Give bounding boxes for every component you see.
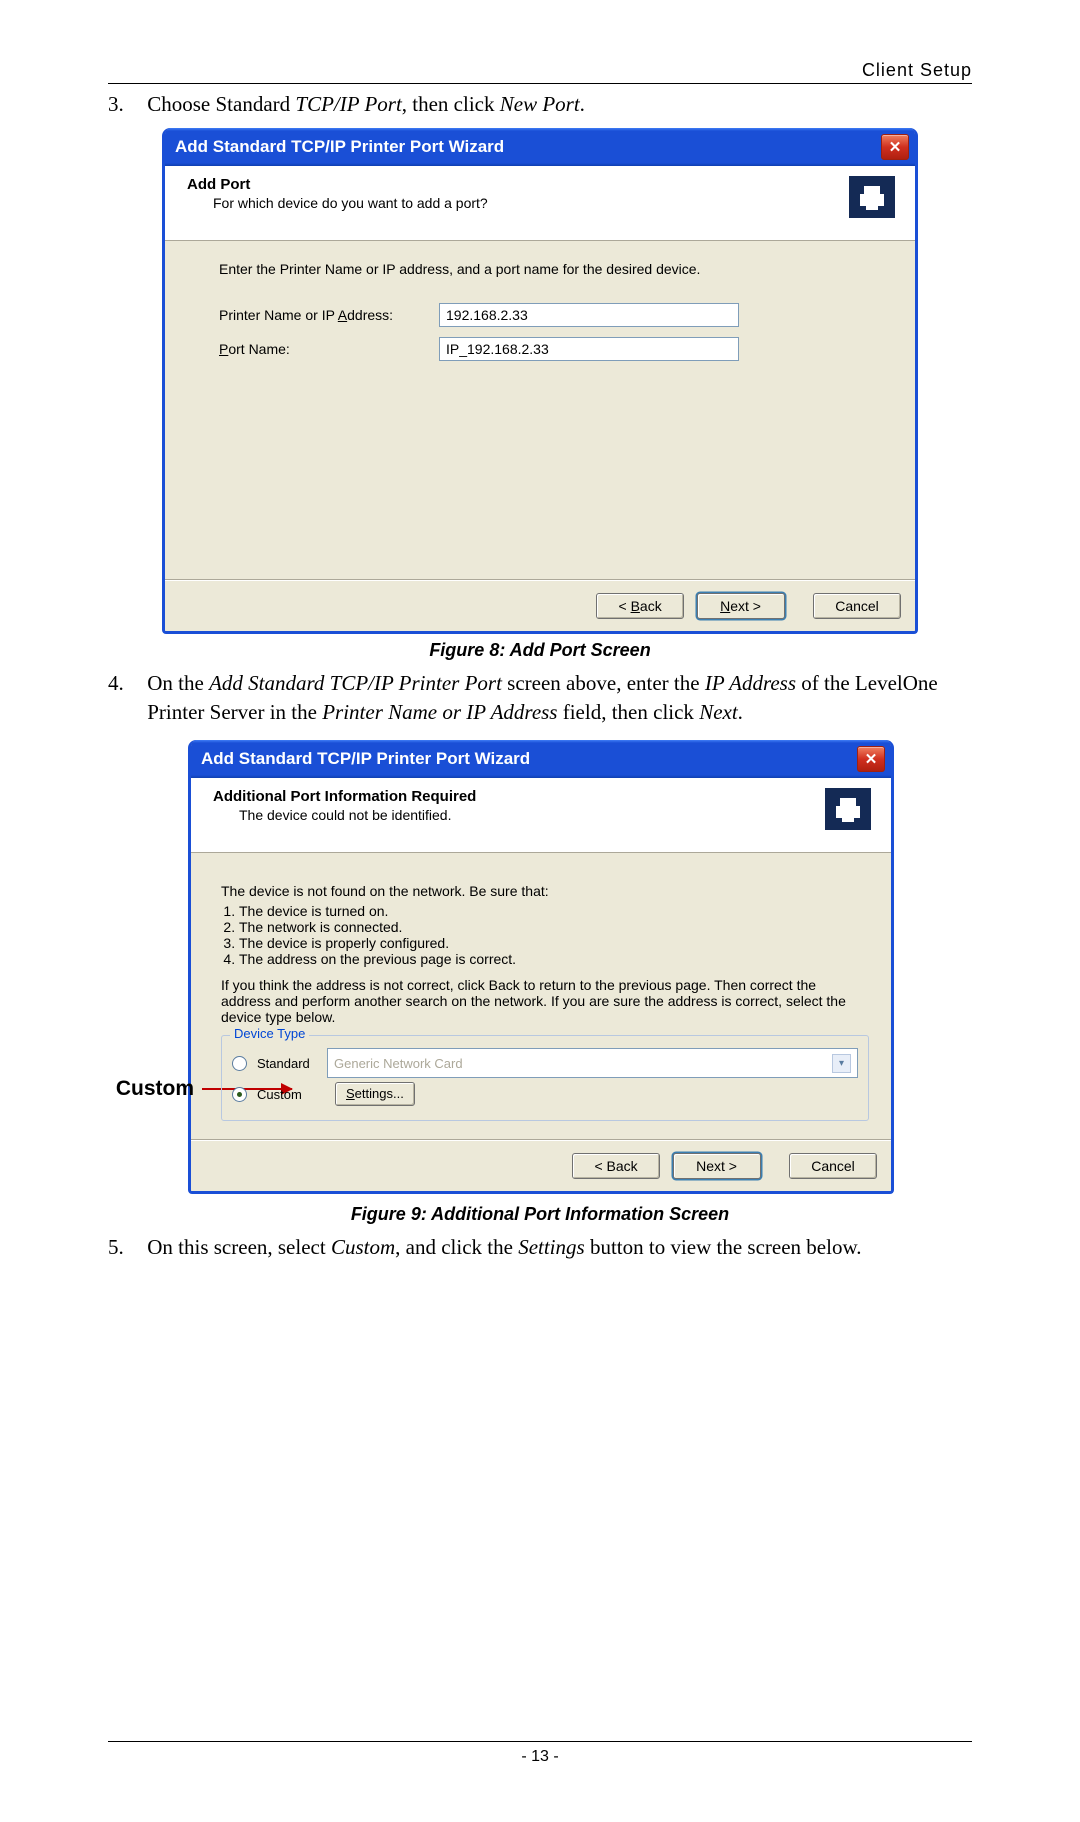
list-item: The device is turned on. xyxy=(239,903,869,919)
step-5-num: 5. xyxy=(108,1233,142,1261)
dialog1-intro: Enter the Printer Name or IP address, an… xyxy=(219,261,883,277)
close-icon[interactable]: ✕ xyxy=(881,134,909,160)
custom-radio[interactable] xyxy=(232,1087,247,1102)
device-type-legend: Device Type xyxy=(230,1026,309,1041)
dialog1-title-text: Add Standard TCP/IP Printer Port Wizard xyxy=(175,137,504,157)
device-type-group: Device Type Standard Generic Network Car… xyxy=(221,1035,869,1121)
dialog2-titlebar: Add Standard TCP/IP Printer Port Wizard … xyxy=(191,740,891,778)
figure-8-caption: Figure 8: Add Port Screen xyxy=(108,640,972,661)
port-name-label: Port Name: xyxy=(219,341,439,357)
step-5: 5. On this screen, select Custom, and cl… xyxy=(108,1233,972,1261)
list-item: The device is properly configured. xyxy=(239,935,869,951)
close-icon[interactable]: ✕ xyxy=(857,746,885,772)
page-header-right: Client Setup xyxy=(108,60,972,81)
next-button[interactable]: Next > xyxy=(673,1153,761,1179)
next-button[interactable]: Next > xyxy=(697,593,785,619)
list-item: The network is connected. xyxy=(239,919,869,935)
port-info-dialog: Add Standard TCP/IP Printer Port Wizard … xyxy=(188,740,894,1194)
printer-icon xyxy=(825,788,871,830)
dialog1-titlebar: Add Standard TCP/IP Printer Port Wizard … xyxy=(165,128,915,166)
back-button[interactable]: < Back xyxy=(572,1153,660,1179)
dialog2-title-text: Add Standard TCP/IP Printer Port Wizard xyxy=(201,749,530,769)
dialog2-header: Additional Port Information Required The… xyxy=(191,778,891,853)
dialog1-header-sub: For which device do you want to add a po… xyxy=(213,195,488,211)
printer-name-label: Printer Name or IP Address: xyxy=(219,307,439,323)
printer-name-input[interactable] xyxy=(439,303,739,327)
standard-radio[interactable] xyxy=(232,1056,247,1071)
step-4-text: On the Add Standard TCP/IP Printer Port … xyxy=(147,669,947,726)
standard-radio-label: Standard xyxy=(257,1056,317,1071)
cancel-button[interactable]: Cancel xyxy=(789,1153,877,1179)
device-type-select[interactable]: Generic Network Card ▾ xyxy=(327,1048,858,1078)
cancel-button[interactable]: Cancel xyxy=(813,593,901,619)
settings-button[interactable]: Settings... xyxy=(335,1082,415,1106)
custom-radio-label: Custom xyxy=(257,1087,317,1102)
step-3-text: Choose Standard TCP/IP Port, then click … xyxy=(147,90,947,118)
dialog2-footer: < Back Next > Cancel xyxy=(191,1141,891,1191)
printer-icon xyxy=(849,176,895,218)
footer-rule xyxy=(108,1741,972,1742)
dialog1-footer: < Back Next > Cancel xyxy=(165,581,915,631)
add-port-dialog: Add Standard TCP/IP Printer Port Wizard … xyxy=(162,128,918,634)
dialog2-p1: The device is not found on the network. … xyxy=(221,883,869,899)
step-3: 3. Choose Standard TCP/IP Port, then cli… xyxy=(108,90,972,118)
step-5-text: On this screen, select Custom, and click… xyxy=(147,1233,947,1261)
step-4: 4. On the Add Standard TCP/IP Printer Po… xyxy=(108,669,972,726)
port-name-input[interactable] xyxy=(439,337,739,361)
dialog2-p2: If you think the address is not correct,… xyxy=(221,977,869,1025)
troubleshoot-list: The device is turned on. The network is … xyxy=(239,903,869,967)
dialog2-header-title: Additional Port Information Required xyxy=(213,788,476,805)
page-number: - 13 - xyxy=(108,1748,972,1766)
chevron-down-icon: ▾ xyxy=(832,1054,851,1073)
header-rule xyxy=(108,83,972,84)
dialog1-header: Add Port For which device do you want to… xyxy=(165,166,915,241)
figure-9-caption: Figure 9: Additional Port Information Sc… xyxy=(108,1204,972,1225)
step-4-num: 4. xyxy=(108,669,142,697)
back-button[interactable]: < Back xyxy=(596,593,684,619)
list-item: The address on the previous page is corr… xyxy=(239,951,869,967)
custom-callout-label: Custom xyxy=(98,1077,194,1101)
dialog1-header-title: Add Port xyxy=(187,176,488,193)
step-3-num: 3. xyxy=(108,90,142,118)
dialog2-header-sub: The device could not be identified. xyxy=(239,807,476,823)
